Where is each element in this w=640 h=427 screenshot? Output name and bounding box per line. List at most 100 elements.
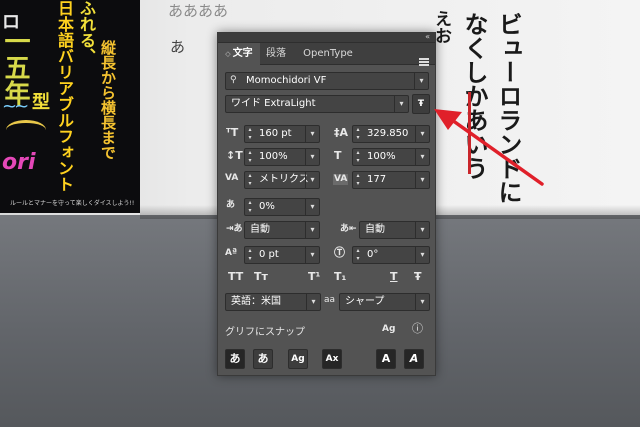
horizontal-scale-icon: T: [334, 149, 342, 162]
tsume-field[interactable]: ▴ ▾ 0% ▾: [244, 198, 320, 216]
snap-baseline-button[interactable]: あ: [225, 349, 245, 369]
kerning-field[interactable]: ▴ ▾ メトリクス ▾: [244, 171, 320, 189]
collapse-icon[interactable]: «: [425, 32, 430, 41]
chevron-down-icon: ▾: [415, 294, 429, 310]
aki-right-icon: あ⇤: [340, 224, 357, 234]
leading-field[interactable]: ▴ ▾ 329.850 ▾: [352, 125, 430, 143]
baseline-shift-field[interactable]: ▴ ▾ 0 pt ▾: [244, 246, 320, 264]
small-caps-icon[interactable]: Tт: [254, 271, 268, 282]
font-size-field[interactable]: ▴ ▾ 160 pt ▾: [244, 125, 320, 143]
anti-alias-value: シャープ: [345, 296, 385, 307]
underline-icon[interactable]: T: [390, 271, 398, 282]
vertical-text-1: ビューロランドに: [494, 12, 522, 204]
font-size-icon: ᵀT: [226, 126, 239, 139]
snap-xheight-button[interactable]: あ: [253, 349, 273, 369]
stepper-icon[interactable]: ▴ ▾: [245, 247, 255, 263]
bg-text-top: ああああ: [168, 2, 229, 20]
chevron-down-icon: ▾: [306, 294, 320, 310]
chevron-down-icon: ▾: [415, 149, 429, 165]
aki-right-value: 自動: [365, 224, 385, 235]
vertical-scale-value: 100%: [259, 151, 288, 162]
variable-font-icon[interactable]: Ŧ: [412, 94, 430, 114]
vertical-text-2: なくしかあいう: [460, 12, 488, 180]
poster-text-3: 縦長から横長まで: [99, 40, 117, 160]
font-style-select[interactable]: ワイド ExtraLight ▾: [225, 95, 409, 113]
anti-alias-select[interactable]: シャープ ▾: [339, 293, 430, 311]
rotation-value: 0°: [367, 249, 379, 260]
horizontal-scale-value: 100%: [367, 151, 396, 162]
chevron-down-icon: ▾: [415, 126, 429, 142]
chevron-down-icon: ▾: [305, 172, 319, 188]
tsume-icon: あ: [226, 200, 236, 210]
snap-proximity-button[interactable]: Ax: [322, 349, 342, 369]
snap-anchor-button[interactable]: A: [404, 349, 424, 369]
glyph-icon[interactable]: Ag: [382, 325, 395, 334]
chevron-down-icon: ▾: [415, 247, 429, 263]
tab-character[interactable]: ◇ 文字: [218, 43, 260, 65]
stepper-icon[interactable]: ▴ ▾: [353, 149, 363, 165]
chevron-down-icon: ▾: [305, 247, 319, 263]
bg-text-mid: あ: [170, 38, 186, 56]
rotation-icon: Ⓣ: [334, 246, 345, 259]
all-caps-icon[interactable]: TT: [228, 271, 243, 282]
info-icon[interactable]: ⓘ: [412, 323, 423, 334]
tab-paragraph[interactable]: 段落: [260, 43, 292, 65]
tab-opentype[interactable]: OpenType: [292, 43, 364, 65]
stepper-icon[interactable]: ▴ ▾: [245, 149, 255, 165]
stepper-icon[interactable]: ▴ ▾: [353, 172, 363, 188]
chevron-down-icon: ▾: [305, 199, 319, 215]
leading-icon: ‡A: [334, 126, 349, 139]
font-family-value: Momochidori VF: [246, 75, 327, 86]
chevron-down-icon: ▾: [394, 96, 408, 112]
tab-label: 文字: [232, 48, 253, 59]
subscript-icon[interactable]: T₁: [334, 271, 346, 282]
strikethrough-icon[interactable]: Ŧ: [414, 271, 422, 282]
stepper-icon[interactable]: ▴ ▾: [245, 199, 255, 215]
panel-title-bar[interactable]: «: [218, 32, 435, 43]
poster-text-mid: 型: [29, 92, 50, 110]
poster-bird-shape: [6, 120, 46, 140]
chevron-down-icon: ▾: [415, 222, 429, 238]
rotation-field[interactable]: ▴ ▾ 0° ▾: [352, 246, 430, 264]
tracking-field[interactable]: ▴ ▾ 177 ▾: [352, 171, 430, 189]
chevron-down-icon: ▾: [305, 149, 319, 165]
poster-artwork: ロ 一五年 型 ふれる、 縦長から横長まで 日本語バリアブルフォント ~~ or…: [0, 0, 140, 213]
tab-expand-icon: ◇: [225, 50, 231, 58]
chevron-down-icon: ▾: [415, 172, 429, 188]
panel-menu-icon[interactable]: [419, 58, 429, 66]
stepper-icon[interactable]: ▴ ▾: [245, 172, 255, 188]
kerning-icon: VA: [225, 173, 239, 183]
poster-footer: ルールとマナーを守って楽しくダイスしよう!!: [10, 200, 135, 207]
vertical-scale-icon: ↕T: [226, 149, 243, 162]
snap-to-glyph-label: グリフにスナップ: [225, 327, 305, 338]
language-value: 英語：米国: [231, 296, 281, 307]
chevron-down-icon: ▾: [305, 126, 319, 142]
font-style-value: ワイド ExtraLight: [231, 98, 316, 109]
poster-text-1: 一五年: [0, 28, 30, 106]
superscript-icon[interactable]: T¹: [308, 271, 320, 282]
leading-value: 329.850: [367, 128, 409, 139]
language-select[interactable]: 英語：米国 ▾: [225, 293, 321, 311]
aki-right-select[interactable]: 自動 ▾: [359, 221, 430, 239]
snap-angular-button[interactable]: A: [376, 349, 396, 369]
search-icon: ⚲: [230, 75, 237, 85]
font-family-select[interactable]: ⚲ Momochidori VF ▾: [225, 72, 429, 90]
aki-left-select[interactable]: 自動 ▾: [244, 221, 320, 239]
stepper-icon[interactable]: ▴ ▾: [353, 247, 363, 263]
text-cursor-line: [468, 92, 471, 174]
character-panel: « ◇ 文字 段落 OpenType ⚲ Momochidori VF ▾ ワイド…: [217, 32, 436, 376]
vertical-scale-field[interactable]: ▴ ▾ 100% ▾: [244, 148, 320, 166]
poster-text-2: ふれる、: [77, 0, 96, 64]
stepper-icon[interactable]: ▴ ▾: [353, 126, 363, 142]
horizontal-scale-field[interactable]: ▴ ▾ 100% ▾: [352, 148, 430, 166]
baseline-shift-value: 0 pt: [259, 249, 279, 260]
baseline-shift-icon: Aª: [225, 248, 238, 258]
snap-glyph-bounds-button[interactable]: Ag: [288, 349, 308, 369]
panel-tabs: ◇ 文字 段落 OpenType: [218, 43, 435, 66]
tsume-value: 0%: [259, 201, 275, 212]
kerning-value: メトリクス: [259, 174, 309, 185]
anti-alias-icon: aa: [324, 295, 336, 305]
stepper-icon[interactable]: ▴ ▾: [245, 126, 255, 142]
chevron-down-icon: ▾: [414, 73, 428, 89]
chevron-down-icon: ▾: [305, 222, 319, 238]
